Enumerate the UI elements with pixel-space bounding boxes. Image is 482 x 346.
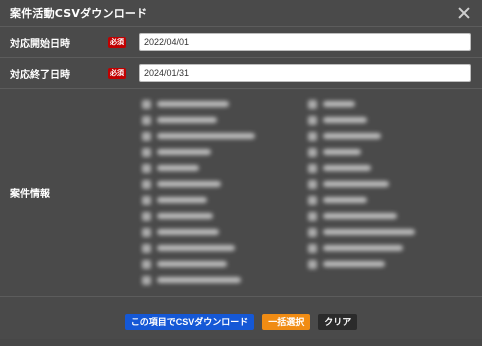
blurred-option-text [157,197,207,203]
checkbox [308,147,317,157]
blurred-option-text [323,229,415,235]
end-date-label: 対応終了日時 [10,69,70,81]
case-info-options [108,89,482,296]
modal-header: 案件活動CSVダウンロード [0,0,482,27]
blurred-option[interactable] [142,131,282,141]
blurred-option[interactable] [142,163,282,173]
blurred-option-text [157,117,217,123]
blurred-option[interactable] [142,211,282,221]
case-info-label: 案件情報 [10,189,50,200]
blurred-option-text [157,101,229,107]
blurred-option[interactable] [142,99,282,109]
close-icon[interactable] [456,5,472,21]
checkbox [142,99,151,109]
checkbox [142,115,151,125]
required-badge: 必須 [108,36,126,48]
blurred-option[interactable] [142,179,282,189]
blurred-option-text [323,245,403,251]
blurred-option[interactable] [308,147,448,157]
blurred-option-text [323,197,367,203]
csv-download-modal: 案件活動CSVダウンロード 対応開始日時 必須 2022/04/01 対応終了日… [0,0,482,339]
blurred-option[interactable] [308,131,448,141]
case-info-col-right [308,93,448,291]
blurred-option-text [323,165,371,171]
blurred-option[interactable] [142,195,282,205]
blurred-option[interactable] [308,179,448,189]
start-date-row: 対応開始日時 必須 2022/04/01 [0,27,482,58]
checkbox [308,211,317,221]
blurred-option[interactable] [308,259,448,269]
checkbox [142,243,151,253]
blurred-option-text [323,117,367,123]
checkbox [142,163,151,173]
checkbox [308,243,317,253]
checkbox [308,115,317,125]
blurred-option[interactable] [142,243,282,253]
checkbox [142,179,151,189]
blurred-option-text [323,101,355,107]
clear-button[interactable]: クリア [318,313,358,330]
checkbox [308,259,317,269]
checkbox [308,163,317,173]
case-info-col-left [142,93,282,291]
blurred-option-text [157,149,211,155]
checkbox [142,195,151,205]
blurred-option-text [157,165,199,171]
blurred-option[interactable] [308,243,448,253]
start-date-input[interactable]: 2022/04/01 [139,33,471,51]
checkbox [308,179,317,189]
end-date-row: 対応終了日時 必須 2024/01/31 [0,58,482,89]
blurred-option[interactable] [308,163,448,173]
blurred-option[interactable] [142,259,282,269]
end-date-input[interactable]: 2024/01/31 [139,64,471,82]
blurred-option[interactable] [142,227,282,237]
blurred-option-text [323,133,381,139]
checkbox [308,195,317,205]
blurred-option-text [157,229,219,235]
blurred-option-text [157,261,227,267]
blurred-option[interactable] [308,211,448,221]
blurred-option-text [323,149,361,155]
checkbox [142,147,151,157]
checkbox [308,99,317,109]
blurred-option-text [323,261,385,267]
blurred-option-text [323,181,389,187]
blurred-option[interactable] [142,275,282,285]
blurred-option-text [157,213,213,219]
blurred-option-text [157,181,221,187]
select-all-button[interactable]: 一括選択 [262,313,311,330]
blurred-option[interactable] [308,227,448,237]
blurred-option-text [157,277,241,283]
blurred-option[interactable] [308,99,448,109]
checkbox [142,227,151,237]
checkbox [142,259,151,269]
blurred-option-text [157,245,235,251]
required-badge: 必須 [108,67,126,79]
start-date-label: 対応開始日時 [10,38,70,50]
blurred-option-text [323,213,397,219]
blurred-option[interactable] [142,115,282,125]
modal-title: 案件活動CSVダウンロード [10,7,148,20]
checkbox [142,211,151,221]
blurred-option[interactable] [142,147,282,157]
blurred-option[interactable] [308,115,448,125]
checkbox [308,227,317,237]
case-info-columns [142,93,466,291]
checkbox [308,131,317,141]
checkbox [142,275,151,285]
checkbox [142,131,151,141]
download-csv-button[interactable]: この項目でCSVダウンロード [124,313,255,330]
case-info-section: 案件情報 [0,89,482,297]
blurred-option[interactable] [308,195,448,205]
blurred-option-text [157,133,255,139]
